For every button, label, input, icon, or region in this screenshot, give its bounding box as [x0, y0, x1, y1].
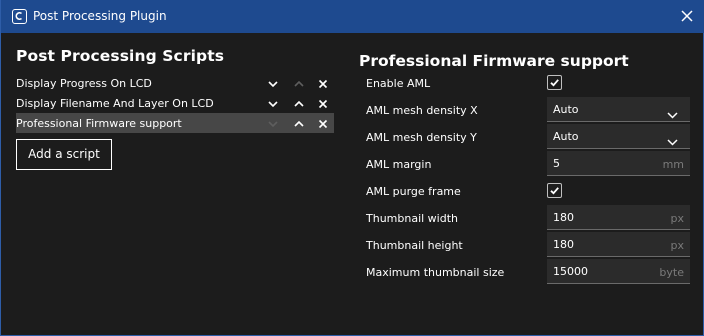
setting-input[interactable]: 15000 byte	[547, 259, 690, 284]
setting-label: Maximum thumbnail size	[366, 266, 505, 279]
script-label: Professional Firmware support	[16, 117, 182, 130]
setting-label: AML mesh density Y	[366, 131, 477, 144]
script-list: Display Progress On LCD Display Filename …	[16, 73, 334, 133]
remove-script-icon[interactable]	[316, 76, 330, 90]
remove-script-icon[interactable]	[316, 116, 330, 130]
setting-label: Thumbnail width	[366, 212, 459, 225]
chevron-down-icon	[667, 105, 678, 124]
move-up-icon[interactable]	[292, 116, 306, 130]
setting-value: 180	[553, 211, 574, 224]
settings-heading: Professional Firmware support	[359, 52, 629, 70]
script-row[interactable]: Display Filename And Layer On LCD	[16, 93, 334, 113]
chevron-down-icon	[667, 132, 678, 151]
move-down-icon[interactable]	[266, 116, 280, 130]
setting-checkbox[interactable]	[547, 75, 562, 90]
setting-value: 15000	[553, 265, 588, 278]
scripts-heading: Post Processing Scripts	[16, 47, 225, 65]
setting-unit: byte	[659, 266, 684, 279]
setting-input[interactable]: 5 mm	[547, 151, 690, 176]
move-down-icon[interactable]	[266, 96, 280, 110]
setting-value: 180	[553, 238, 574, 251]
title-bar: Post Processing Plugin	[1, 0, 704, 33]
setting-dropdown[interactable]: Auto	[547, 124, 690, 149]
setting-value: Auto	[553, 130, 579, 143]
setting-row: AML mesh density X Auto	[359, 97, 693, 124]
move-up-icon[interactable]	[292, 96, 306, 110]
setting-value: Auto	[553, 103, 579, 116]
setting-label: Thumbnail height	[366, 239, 463, 252]
setting-unit: mm	[662, 158, 684, 171]
window-title: Post Processing Plugin	[33, 9, 167, 23]
close-icon[interactable]	[679, 7, 695, 25]
script-label: Display Filename And Layer On LCD	[16, 97, 214, 110]
setting-checkbox[interactable]	[547, 183, 562, 198]
setting-dropdown[interactable]: Auto	[547, 97, 690, 122]
move-up-icon[interactable]	[292, 76, 306, 90]
scripts-panel: Post Processing Scripts Display Progress…	[16, 47, 336, 170]
script-label: Display Progress On LCD	[16, 77, 152, 90]
setting-unit: px	[670, 239, 685, 252]
setting-row: Thumbnail height 180 px	[359, 232, 693, 259]
move-down-icon[interactable]	[266, 76, 280, 90]
setting-input[interactable]: 180 px	[547, 232, 690, 257]
setting-value: 5	[553, 157, 560, 170]
setting-row: AML purge frame	[359, 178, 693, 205]
setting-label: AML margin	[366, 158, 432, 171]
setting-row: Thumbnail width 180 px	[359, 205, 693, 232]
setting-label: Enable AML	[366, 77, 431, 90]
script-row[interactable]: Display Progress On LCD	[16, 73, 334, 93]
setting-row: AML mesh density Y Auto	[359, 124, 693, 151]
setting-label: AML purge frame	[366, 185, 461, 198]
setting-label: AML mesh density X	[366, 104, 478, 117]
script-row[interactable]: Professional Firmware support	[16, 113, 334, 133]
setting-unit: px	[670, 212, 685, 225]
remove-script-icon[interactable]	[316, 96, 330, 110]
plugin-window: Post Processing Plugin Post Processing S…	[0, 0, 704, 336]
setting-row: Maximum thumbnail size 15000 byte	[359, 259, 693, 286]
setting-input[interactable]: 180 px	[547, 205, 690, 230]
setting-row: AML margin 5 mm	[359, 151, 693, 178]
cura-logo-icon	[12, 9, 27, 24]
script-settings-panel: Professional Firmware support Enable AML…	[359, 52, 693, 284]
add-script-button[interactable]: Add a script	[16, 139, 112, 170]
setting-row: Enable AML	[359, 70, 693, 97]
